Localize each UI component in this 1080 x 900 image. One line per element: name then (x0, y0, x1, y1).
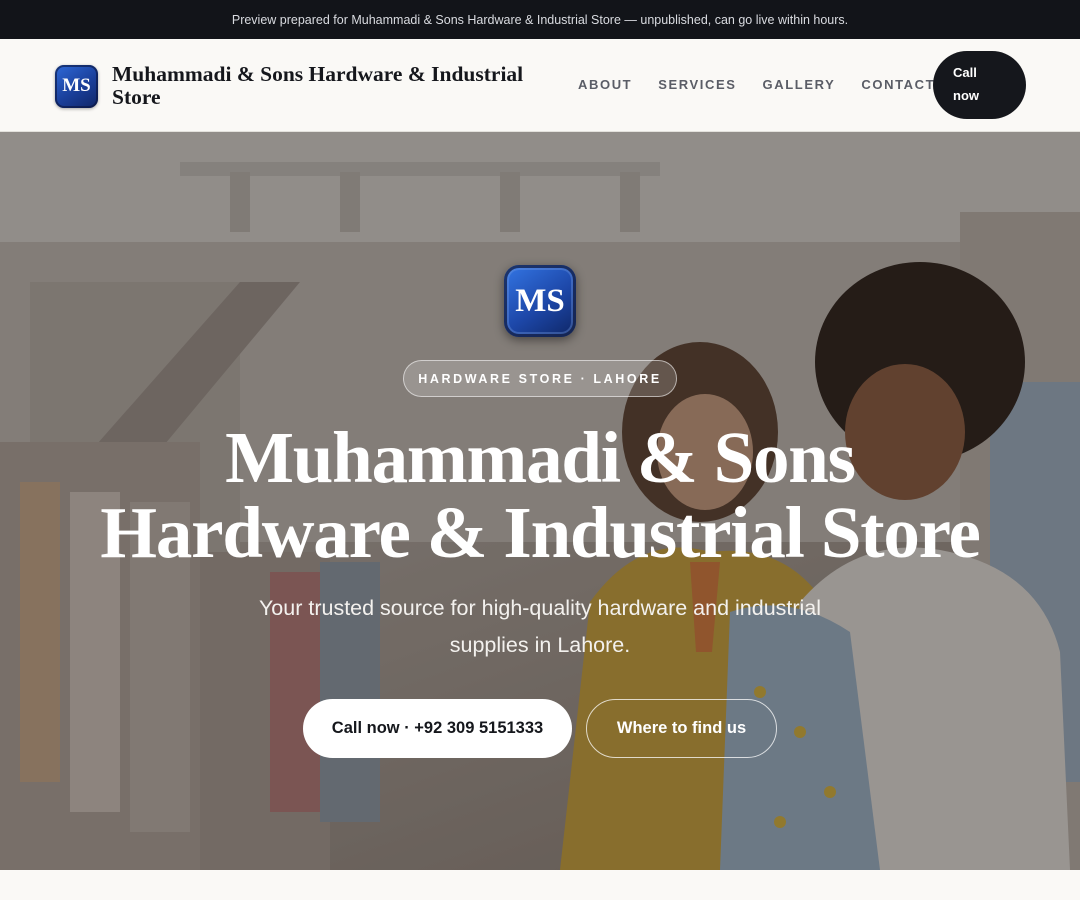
hero-title: Muhammadi & Sons Hardware & Industrial S… (100, 417, 981, 573)
nav-gallery[interactable]: GALLERY (763, 77, 836, 92)
hero-logo: MS (504, 265, 576, 337)
hero-section: MS HARDWARE STORE · LAHORE Muhammadi & S… (0, 132, 1080, 870)
find-us-button[interactable]: Where to find us (586, 699, 777, 758)
call-now-button[interactable]: Call now · +92 309 5151333 (303, 699, 572, 758)
preview-banner-text: Preview prepared for Muhammadi & Sons Ha… (231, 12, 849, 27)
category-badge: HARDWARE STORE · LAHORE (403, 360, 677, 397)
main-nav: ABOUT SERVICES GALLERY CONTACT (578, 77, 935, 92)
next-section-edge (0, 870, 1080, 900)
brand-name[interactable]: Muhammadi & Sons Hardware & Industrial S… (112, 63, 552, 109)
preview-banner: Preview prepared for Muhammadi & Sons Ha… (0, 0, 1080, 39)
nav-services[interactable]: SERVICES (658, 77, 736, 92)
brand-logo-initials: MS (62, 75, 91, 96)
nav-about[interactable]: ABOUT (578, 77, 632, 92)
brand-logo[interactable]: MS (55, 64, 98, 108)
brand[interactable]: MS Muhammadi & Sons Hardware & Industria… (55, 63, 552, 109)
hero-subtitle: Your trusted source for high-quality har… (258, 596, 822, 657)
site-header: MS Muhammadi & Sons Hardware & Industria… (0, 39, 1080, 132)
hero-logo-initials: MS (515, 282, 565, 319)
header-call-button[interactable]: Call now (933, 51, 1026, 119)
nav-contact[interactable]: CONTACT (861, 77, 935, 92)
